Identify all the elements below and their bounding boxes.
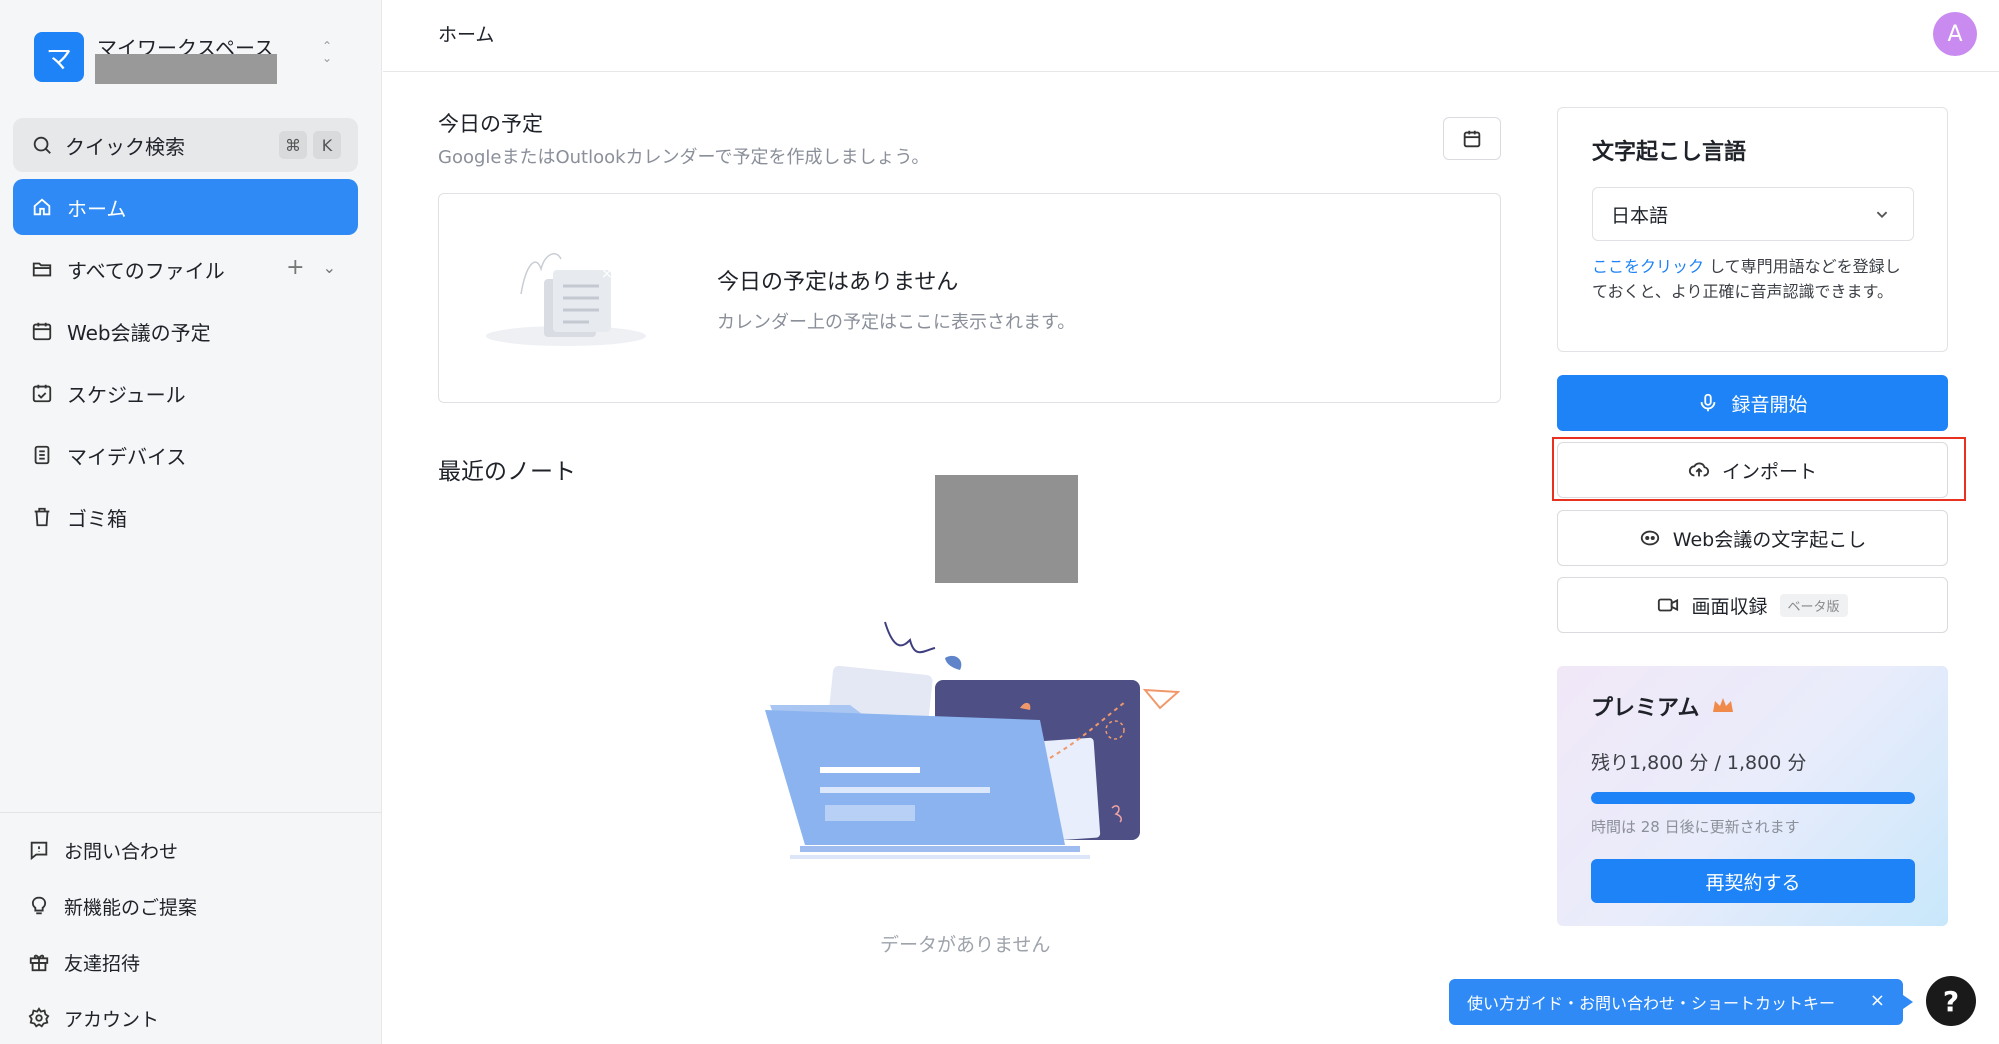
transcription-language-card: 文字起こし言語 日本語 ここをクリック して専門用語などを登録しておくと、より正… — [1557, 107, 1948, 352]
svg-text:×: × — [601, 266, 613, 282]
sidebar-item-contact[interactable]: お問い合わせ — [28, 832, 178, 868]
sidebar-item-trash[interactable]: ゴミ箱 — [13, 489, 358, 545]
calendar-check-icon — [31, 382, 53, 404]
sidebar-divider — [0, 812, 382, 813]
shortcut-k-key: K — [313, 131, 341, 159]
today-empty-desc: カレンダー上の予定はここに表示されます。 — [717, 312, 1076, 333]
sidebar-item-label: すべてのファイル — [67, 258, 225, 283]
empty-notes-illustration — [765, 621, 1180, 859]
folder-icon — [31, 258, 53, 280]
recent-notes-empty: データがありません — [880, 934, 1051, 956]
custom-vocabulary-note: ここをクリック して専門用語などを登録しておくと、より正確に音声認識できます。 — [1592, 254, 1916, 304]
sidebar-item-label: お問い合わせ — [64, 840, 179, 863]
chevron-updown-icon[interactable]: ⌃ ⌄ — [320, 40, 334, 70]
sidebar-item-feature-request[interactable]: 新機能のご提案 — [28, 888, 197, 924]
help-guide-tooltip[interactable]: 使い方ガイド・お問い合わせ・ショートカットキー × — [1449, 979, 1913, 1025]
sidebar-item-label: アカウント — [64, 1008, 160, 1031]
workspace-subtitle-redacted — [95, 54, 277, 84]
chevron-down-icon — [1871, 203, 1893, 225]
web-meeting-transcribe-button[interactable]: Web会議の文字起こし — [1557, 510, 1948, 566]
quick-search-label: クイック検索 — [65, 134, 185, 159]
chevron-down-icon[interactable]: ⌄ — [323, 258, 336, 277]
empty-schedule-illustration: × — [486, 253, 646, 346]
top-header: ホーム A — [383, 0, 1999, 72]
start-recording-label: 録音開始 — [1731, 393, 1808, 416]
sidebar-item-label: 友達招待 — [64, 952, 141, 975]
shortcut-cmd-key: ⌘ — [279, 131, 307, 159]
sidebar-item-account[interactable]: アカウント — [28, 1000, 159, 1036]
premium-usage-fill — [1591, 792, 1915, 804]
redacted-image — [935, 475, 1078, 583]
help-guide-text: 使い方ガイド・お問い合わせ・ショートカットキー — [1467, 994, 1836, 1013]
calendar-icon — [31, 320, 53, 342]
sidebar-item-label: 新機能のご提案 — [64, 896, 198, 919]
language-select[interactable]: 日本語 — [1592, 187, 1914, 241]
home-icon — [31, 196, 53, 218]
gift-icon — [28, 951, 50, 973]
workspace-logo: マ — [34, 32, 84, 82]
meeting-bot-icon — [1639, 527, 1661, 549]
beta-badge: ベータ版 — [1779, 593, 1848, 617]
language-select-value: 日本語 — [1611, 204, 1669, 227]
sidebar-item-label: ゴミ箱 — [67, 506, 127, 531]
workspace-switcher[interactable]: マ マイワークスペース ⌃ ⌄ — [34, 32, 354, 84]
trash-icon — [31, 506, 53, 528]
premium-card: プレミアム 残り1,800 分 / 1,800 分 時間は 28 日後に更新され… — [1557, 666, 1948, 926]
sidebar-item-home[interactable]: ホーム — [13, 179, 358, 235]
avatar[interactable]: A — [1933, 12, 1977, 56]
today-schedule-empty: × 今日の予定はありません カレンダー上の予定はここに表示されます。 — [438, 193, 1501, 403]
screen-recording-label: 画面収録 — [1691, 595, 1768, 618]
sidebar-item-label: ホーム — [67, 196, 127, 221]
sidebar-item-label: マイデバイス — [67, 444, 187, 469]
files-actions: + ⌄ — [286, 255, 336, 280]
sidebar-item-label: スケジュール — [67, 382, 186, 407]
breadcrumb: ホーム — [438, 24, 495, 46]
import-button-highlight — [1552, 437, 1966, 501]
start-recording-button[interactable]: 録音開始 — [1557, 375, 1948, 431]
crown-icon — [1713, 698, 1733, 712]
video-camera-icon — [1657, 594, 1679, 616]
language-card-title: 文字起こし言語 — [1592, 140, 1747, 165]
sidebar-item-files[interactable]: すべてのファイル + ⌄ — [13, 241, 358, 297]
search-icon — [31, 134, 53, 156]
web-meeting-transcribe-label: Web会議の文字起こし — [1672, 528, 1867, 551]
sidebar: マ マイワークスペース ⌃⌄ クイック検索 ⌘ K ホーム すべてのファイル — [0, 0, 382, 1044]
sidebar-item-devices[interactable]: マイデバイス — [13, 427, 358, 483]
tooltip-arrow — [1903, 995, 1913, 1009]
premium-title: プレミアム — [1591, 696, 1700, 721]
today-subtitle: GoogleまたはOutlookカレンダーで予定を作成しましょう。 — [438, 147, 930, 168]
help-button[interactable]: ? — [1926, 976, 1976, 1026]
sidebar-item-label: Web会議の予定 — [67, 320, 211, 345]
screen-recording-button[interactable]: 画面収録 ベータ版 — [1557, 577, 1948, 633]
calendar-button[interactable] — [1443, 117, 1501, 160]
premium-renew-note: 時間は 28 日後に更新されます — [1591, 818, 1800, 836]
chat-alert-icon — [28, 839, 50, 861]
microphone-icon — [1697, 392, 1719, 414]
today-title: 今日の予定 — [438, 112, 543, 136]
sidebar-item-invite[interactable]: 友達招待 — [28, 944, 140, 980]
close-icon[interactable]: × — [1870, 990, 1885, 1011]
sidebar-item-web-meetings[interactable]: Web会議の予定 — [13, 303, 358, 359]
gear-icon — [28, 1007, 50, 1029]
today-empty-title: 今日の予定はありません — [717, 270, 959, 295]
renew-subscription-button[interactable]: 再契約する — [1591, 859, 1915, 903]
plus-icon[interactable]: + — [286, 255, 304, 280]
device-icon — [31, 444, 53, 466]
custom-vocabulary-link[interactable]: ここをクリック — [1592, 257, 1704, 276]
quick-search[interactable]: クイック検索 ⌘ K — [13, 118, 358, 172]
recent-notes-title: 最近のノート — [438, 459, 576, 485]
premium-remaining: 残り1,800 分 / 1,800 分 — [1591, 752, 1807, 774]
app-root: マ マイワークスペース ⌃⌄ クイック検索 ⌘ K ホーム すべてのファイル — [0, 0, 1999, 1044]
calendar-icon — [1461, 128, 1483, 150]
lightbulb-icon — [28, 895, 50, 917]
premium-usage-bar — [1591, 792, 1915, 804]
sidebar-item-schedule[interactable]: スケジュール — [13, 365, 358, 421]
